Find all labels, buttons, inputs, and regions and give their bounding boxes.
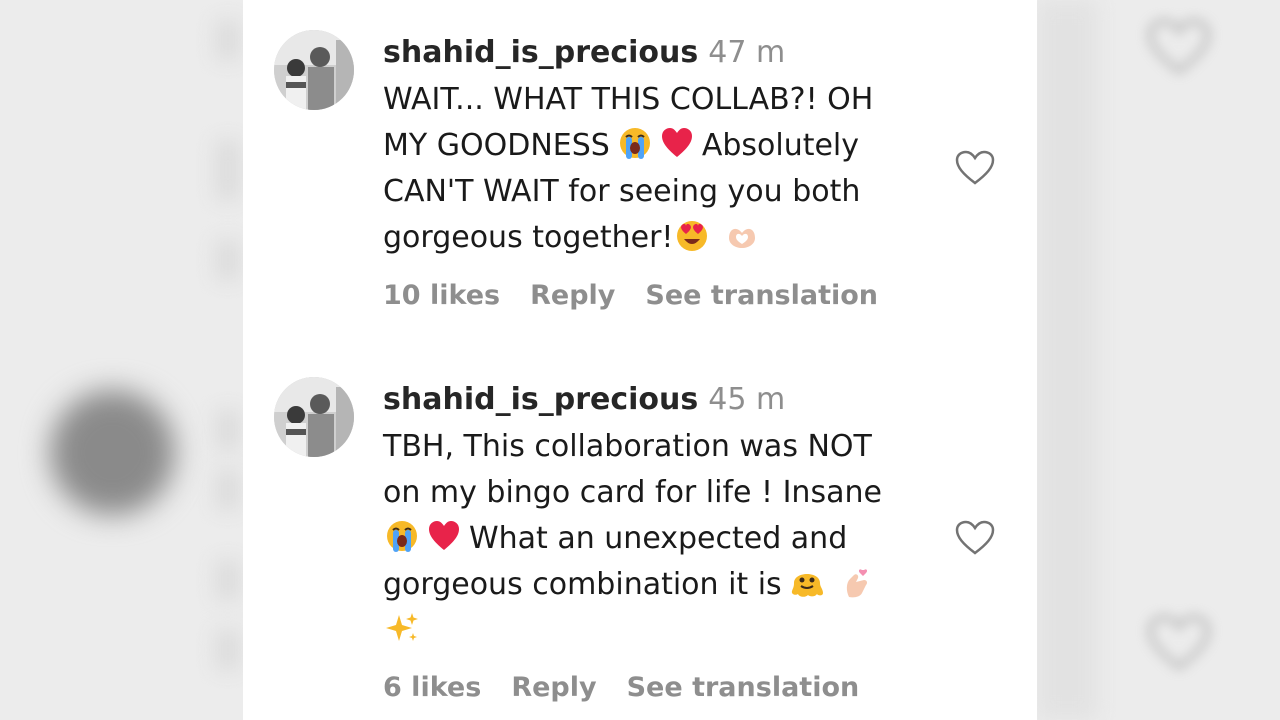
blurred-background-right — [1037, 0, 1280, 720]
reply-button[interactable]: Reply — [511, 672, 596, 703]
comment-text: TBH, This collaboration was NOT on my bi… — [383, 424, 923, 654]
red-heart-icon — [660, 126, 694, 160]
reply-button[interactable]: Reply — [530, 280, 615, 311]
melting-face-icon — [790, 565, 824, 599]
comment-actions: 6 likes Reply See translation — [383, 672, 889, 703]
avatar[interactable] — [274, 30, 354, 110]
comment-timestamp: 47 m — [708, 35, 786, 70]
comment-username[interactable]: shahid_is_precious — [383, 382, 698, 417]
comments-panel: shahid_is_precious 47 m WAIT... WHAT THIS… — [243, 0, 1037, 720]
comment-username[interactable]: shahid_is_precious — [383, 35, 698, 70]
like-heart-icon[interactable] — [955, 520, 995, 556]
comment-actions: 10 likes Reply See translation — [383, 280, 908, 311]
finger-heart-icon — [840, 565, 874, 599]
loudly-crying-face-icon — [618, 126, 652, 160]
likes-count[interactable]: 6 likes — [383, 672, 481, 703]
blurred-avatar — [50, 390, 175, 515]
heart-hands-icon — [725, 218, 759, 252]
comment-item: shahid_is_precious 45 m TBH, This collabo… — [243, 340, 1037, 720]
red-heart-icon — [427, 519, 461, 553]
blurred-background-left — [0, 0, 243, 720]
likes-count[interactable]: 10 likes — [383, 280, 500, 311]
comment-item: shahid_is_precious 47 m WAIT... WHAT THIS… — [243, 0, 1037, 340]
comment-timestamp: 45 m — [708, 382, 786, 417]
screen: shahid_is_precious 47 m WAIT... WHAT THIS… — [0, 0, 1280, 720]
heart-eyes-face-icon — [675, 218, 709, 252]
see-translation-link[interactable]: See translation — [627, 672, 860, 703]
see-translation-link[interactable]: See translation — [645, 280, 878, 311]
blurred-heart-icon — [1147, 18, 1211, 75]
blurred-heart-icon — [1147, 614, 1211, 671]
loudly-crying-face-icon — [385, 519, 419, 553]
avatar[interactable] — [274, 377, 354, 457]
like-heart-icon[interactable] — [955, 150, 995, 186]
comment-text: WAIT... WHAT THIS COLLAB?! OH MY GOODNES… — [383, 82, 874, 255]
sparkles-icon — [385, 611, 419, 645]
